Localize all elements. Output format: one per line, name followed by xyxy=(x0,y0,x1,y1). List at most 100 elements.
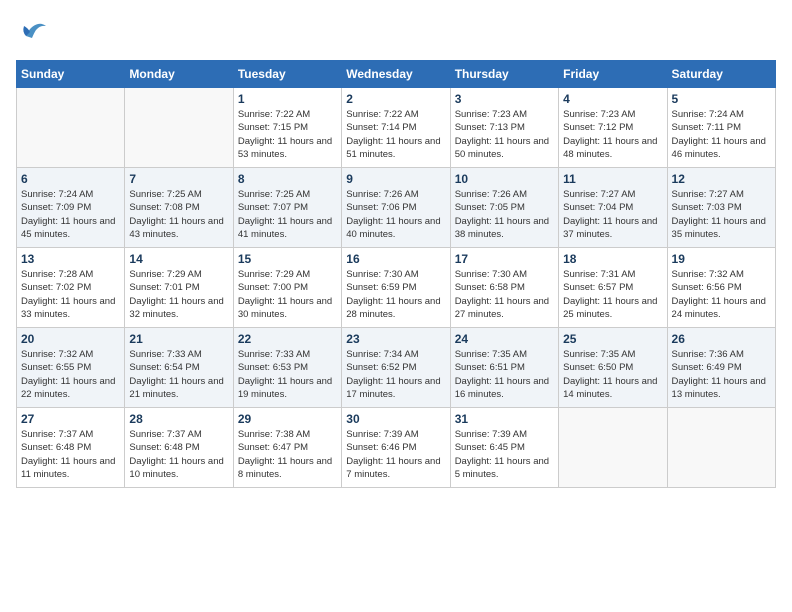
day-cell: 21 Sunrise: 7:33 AM Sunset: 6:54 PM Dayli… xyxy=(125,328,233,408)
day-cell: 10 Sunrise: 7:26 AM Sunset: 7:05 PM Dayli… xyxy=(450,168,558,248)
day-number: 30 xyxy=(346,412,445,426)
day-info: Sunrise: 7:28 AM Sunset: 7:02 PM Dayligh… xyxy=(21,268,120,321)
day-cell: 30 Sunrise: 7:39 AM Sunset: 6:46 PM Dayli… xyxy=(342,408,450,488)
day-cell: 24 Sunrise: 7:35 AM Sunset: 6:51 PM Dayli… xyxy=(450,328,558,408)
day-number: 5 xyxy=(672,92,771,106)
day-number: 21 xyxy=(129,332,228,346)
day-number: 24 xyxy=(455,332,554,346)
day-number: 13 xyxy=(21,252,120,266)
day-info: Sunrise: 7:34 AM Sunset: 6:52 PM Dayligh… xyxy=(346,348,445,401)
day-info: Sunrise: 7:27 AM Sunset: 7:03 PM Dayligh… xyxy=(672,188,771,241)
day-cell: 5 Sunrise: 7:24 AM Sunset: 7:11 PM Daylig… xyxy=(667,88,775,168)
header-cell-saturday: Saturday xyxy=(667,61,775,88)
day-number: 31 xyxy=(455,412,554,426)
day-cell: 13 Sunrise: 7:28 AM Sunset: 7:02 PM Dayli… xyxy=(17,248,125,328)
day-number: 18 xyxy=(563,252,662,266)
calendar-table: SundayMondayTuesdayWednesdayThursdayFrid… xyxy=(16,60,776,488)
header-cell-sunday: Sunday xyxy=(17,61,125,88)
day-cell: 3 Sunrise: 7:23 AM Sunset: 7:13 PM Daylig… xyxy=(450,88,558,168)
day-info: Sunrise: 7:39 AM Sunset: 6:46 PM Dayligh… xyxy=(346,428,445,481)
day-info: Sunrise: 7:30 AM Sunset: 6:58 PM Dayligh… xyxy=(455,268,554,321)
page-header xyxy=(16,16,776,52)
day-number: 9 xyxy=(346,172,445,186)
day-number: 1 xyxy=(238,92,337,106)
day-info: Sunrise: 7:26 AM Sunset: 7:06 PM Dayligh… xyxy=(346,188,445,241)
day-number: 15 xyxy=(238,252,337,266)
day-number: 16 xyxy=(346,252,445,266)
logo-icon xyxy=(16,16,52,52)
day-cell: 6Sunrise: 7:24 AM Sunset: 7:09 PM Daylig… xyxy=(17,168,125,248)
day-info: Sunrise: 7:25 AM Sunset: 7:07 PM Dayligh… xyxy=(238,188,337,241)
day-cell: 17 Sunrise: 7:30 AM Sunset: 6:58 PM Dayli… xyxy=(450,248,558,328)
day-number: 25 xyxy=(563,332,662,346)
day-info: Sunrise: 7:39 AM Sunset: 6:45 PM Dayligh… xyxy=(455,428,554,481)
day-number: 17 xyxy=(455,252,554,266)
week-row-1: 1 Sunrise: 7:22 AM Sunset: 7:15 PM Daylig… xyxy=(17,88,776,168)
day-info: Sunrise: 7:32 AM Sunset: 6:55 PM Dayligh… xyxy=(21,348,120,401)
day-cell: 26Sunrise: 7:36 AM Sunset: 6:49 PM Dayli… xyxy=(667,328,775,408)
day-cell: 18 Sunrise: 7:31 AM Sunset: 6:57 PM Dayli… xyxy=(559,248,667,328)
day-info: Sunrise: 7:23 AM Sunset: 7:12 PM Dayligh… xyxy=(563,108,662,161)
day-number: 20 xyxy=(21,332,120,346)
day-number: 27 xyxy=(21,412,120,426)
week-row-5: 27 Sunrise: 7:37 AM Sunset: 6:48 PM Dayli… xyxy=(17,408,776,488)
day-cell: 20 Sunrise: 7:32 AM Sunset: 6:55 PM Dayli… xyxy=(17,328,125,408)
day-cell xyxy=(667,408,775,488)
day-cell: 22Sunrise: 7:33 AM Sunset: 6:53 PM Dayli… xyxy=(233,328,341,408)
day-info: Sunrise: 7:26 AM Sunset: 7:05 PM Dayligh… xyxy=(455,188,554,241)
day-number: 14 xyxy=(129,252,228,266)
day-cell: 7Sunrise: 7:25 AM Sunset: 7:08 PM Daylig… xyxy=(125,168,233,248)
day-cell: 19 Sunrise: 7:32 AM Sunset: 6:56 PM Dayli… xyxy=(667,248,775,328)
header-cell-wednesday: Wednesday xyxy=(342,61,450,88)
day-cell: 12 Sunrise: 7:27 AM Sunset: 7:03 PM Dayli… xyxy=(667,168,775,248)
header-cell-monday: Monday xyxy=(125,61,233,88)
day-number: 26 xyxy=(672,332,771,346)
week-row-3: 13 Sunrise: 7:28 AM Sunset: 7:02 PM Dayli… xyxy=(17,248,776,328)
day-info: Sunrise: 7:29 AM Sunset: 7:00 PM Dayligh… xyxy=(238,268,337,321)
week-row-2: 6Sunrise: 7:24 AM Sunset: 7:09 PM Daylig… xyxy=(17,168,776,248)
day-number: 19 xyxy=(672,252,771,266)
header-cell-tuesday: Tuesday xyxy=(233,61,341,88)
day-cell xyxy=(17,88,125,168)
day-number: 11 xyxy=(563,172,662,186)
day-number: 12 xyxy=(672,172,771,186)
day-cell: 16 Sunrise: 7:30 AM Sunset: 6:59 PM Dayli… xyxy=(342,248,450,328)
day-number: 28 xyxy=(129,412,228,426)
day-info: Sunrise: 7:30 AM Sunset: 6:59 PM Dayligh… xyxy=(346,268,445,321)
day-number: 8 xyxy=(238,172,337,186)
logo xyxy=(16,16,54,52)
calendar-header: SundayMondayTuesdayWednesdayThursdayFrid… xyxy=(17,61,776,88)
header-cell-thursday: Thursday xyxy=(450,61,558,88)
day-cell: 8 Sunrise: 7:25 AM Sunset: 7:07 PM Daylig… xyxy=(233,168,341,248)
calendar-body: 1 Sunrise: 7:22 AM Sunset: 7:15 PM Daylig… xyxy=(17,88,776,488)
day-info: Sunrise: 7:35 AM Sunset: 6:51 PM Dayligh… xyxy=(455,348,554,401)
day-info: Sunrise: 7:32 AM Sunset: 6:56 PM Dayligh… xyxy=(672,268,771,321)
day-info: Sunrise: 7:29 AM Sunset: 7:01 PM Dayligh… xyxy=(129,268,228,321)
day-number: 29 xyxy=(238,412,337,426)
day-info: Sunrise: 7:24 AM Sunset: 7:11 PM Dayligh… xyxy=(672,108,771,161)
day-cell: 2Sunrise: 7:22 AM Sunset: 7:14 PM Daylig… xyxy=(342,88,450,168)
day-info: Sunrise: 7:24 AM Sunset: 7:09 PM Dayligh… xyxy=(21,188,120,241)
header-cell-friday: Friday xyxy=(559,61,667,88)
day-info: Sunrise: 7:37 AM Sunset: 6:48 PM Dayligh… xyxy=(129,428,228,481)
day-info: Sunrise: 7:22 AM Sunset: 7:14 PM Dayligh… xyxy=(346,108,445,161)
day-number: 7 xyxy=(129,172,228,186)
day-info: Sunrise: 7:33 AM Sunset: 6:54 PM Dayligh… xyxy=(129,348,228,401)
day-number: 23 xyxy=(346,332,445,346)
day-cell: 15 Sunrise: 7:29 AM Sunset: 7:00 PM Dayli… xyxy=(233,248,341,328)
day-info: Sunrise: 7:31 AM Sunset: 6:57 PM Dayligh… xyxy=(563,268,662,321)
day-cell xyxy=(125,88,233,168)
day-cell: 25Sunrise: 7:35 AM Sunset: 6:50 PM Dayli… xyxy=(559,328,667,408)
day-info: Sunrise: 7:27 AM Sunset: 7:04 PM Dayligh… xyxy=(563,188,662,241)
day-number: 3 xyxy=(455,92,554,106)
day-info: Sunrise: 7:22 AM Sunset: 7:15 PM Dayligh… xyxy=(238,108,337,161)
day-cell xyxy=(559,408,667,488)
day-cell: 29Sunrise: 7:38 AM Sunset: 6:47 PM Dayli… xyxy=(233,408,341,488)
day-number: 10 xyxy=(455,172,554,186)
header-row: SundayMondayTuesdayWednesdayThursdayFrid… xyxy=(17,61,776,88)
day-cell: 23 Sunrise: 7:34 AM Sunset: 6:52 PM Dayli… xyxy=(342,328,450,408)
day-cell: 31 Sunrise: 7:39 AM Sunset: 6:45 PM Dayli… xyxy=(450,408,558,488)
week-row-4: 20 Sunrise: 7:32 AM Sunset: 6:55 PM Dayli… xyxy=(17,328,776,408)
day-info: Sunrise: 7:23 AM Sunset: 7:13 PM Dayligh… xyxy=(455,108,554,161)
day-cell: 1 Sunrise: 7:22 AM Sunset: 7:15 PM Daylig… xyxy=(233,88,341,168)
